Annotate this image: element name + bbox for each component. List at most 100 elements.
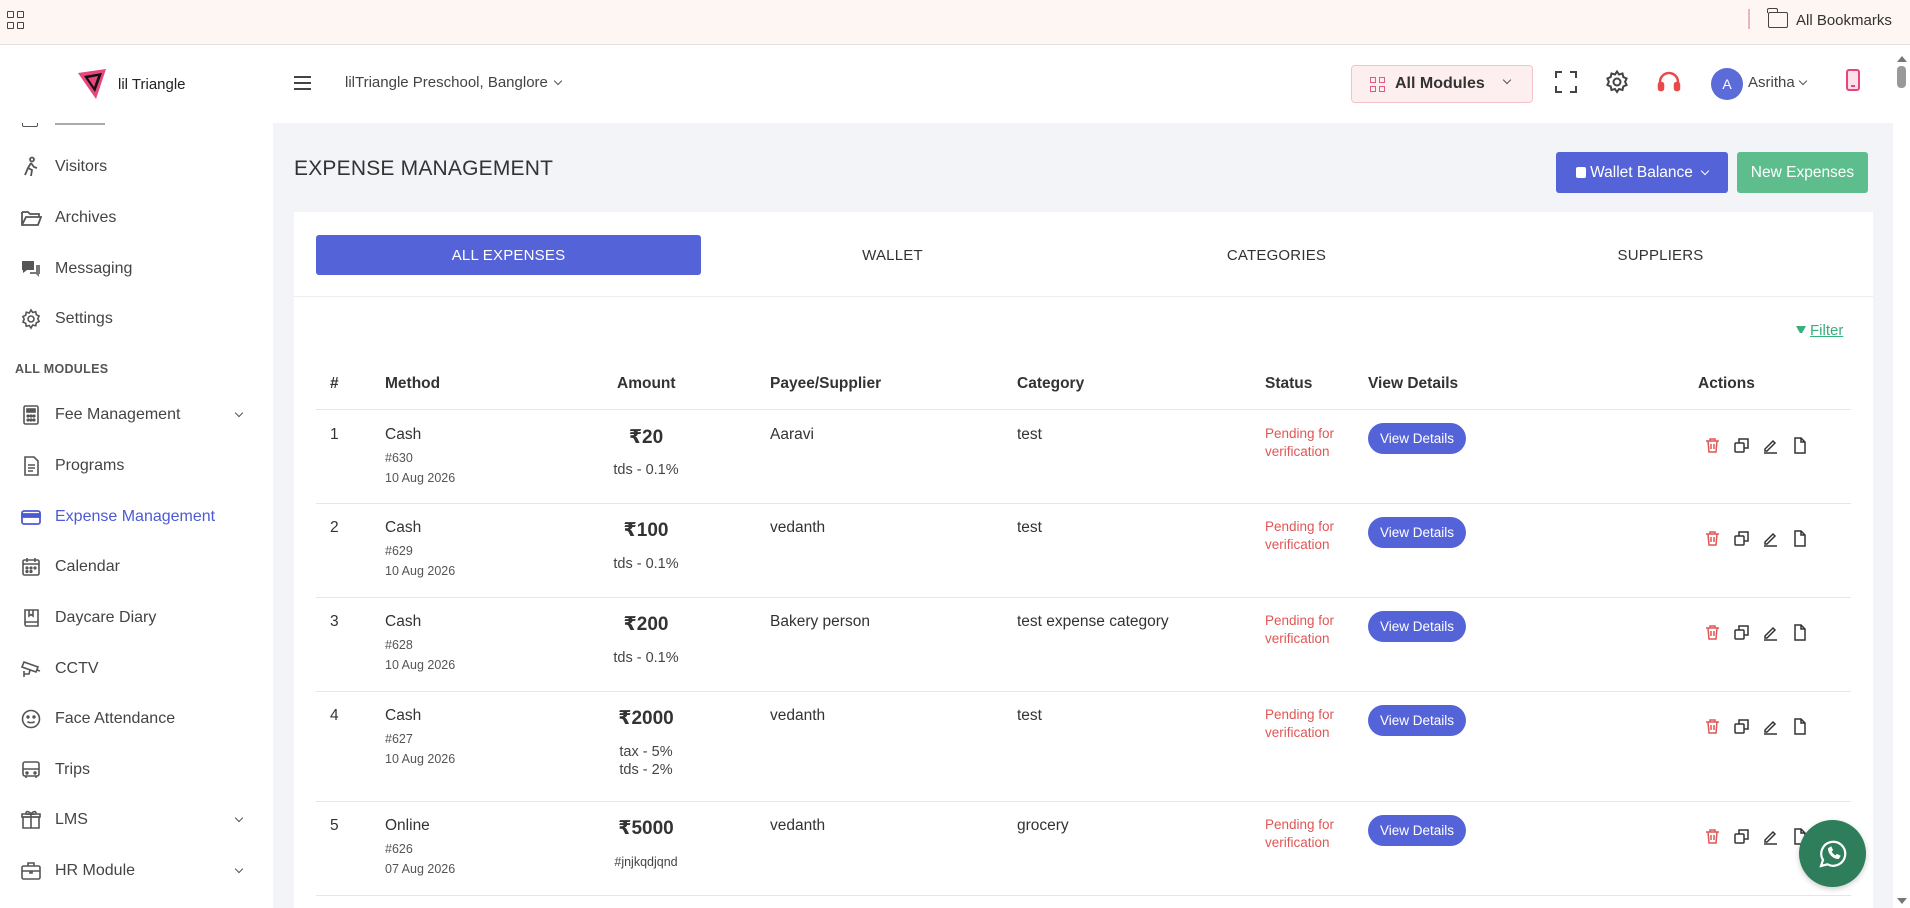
scroll-down-arrow-icon[interactable] — [1897, 898, 1907, 904]
edit-pencil-icon[interactable] — [1762, 718, 1779, 735]
school-selector[interactable]: lilTriangle Preschool, Banglore — [345, 74, 563, 91]
status-badge: Pending for verification — [1265, 425, 1334, 461]
status-badge: Pending for verification — [1265, 706, 1334, 742]
document-icon[interactable] — [1791, 718, 1808, 735]
bookmarks-bar: All Bookmarks — [0, 0, 1910, 45]
row-category: test expense category — [1017, 613, 1169, 630]
view-details-button[interactable]: View Details — [1368, 517, 1466, 548]
new-expenses-button[interactable]: New Expenses — [1737, 152, 1868, 193]
scroll-thumb[interactable] — [1897, 66, 1906, 88]
sidebar-item-settings[interactable]: Settings — [0, 300, 273, 338]
sidebar-item-label: Visitors — [55, 158, 108, 175]
edit-pencil-icon[interactable] — [1762, 530, 1779, 547]
status-line: verification — [1265, 444, 1330, 459]
sidebar-item-label: Programs — [55, 457, 125, 474]
view-details-button[interactable]: View Details — [1368, 423, 1466, 454]
all-bookmarks-button[interactable]: All Bookmarks — [1767, 8, 1892, 31]
tab-wallet[interactable]: WALLET — [700, 235, 1085, 275]
sidebar-item-daycare-diary[interactable]: Daycare Diary — [0, 599, 273, 637]
sidebar-item-hr-module[interactable]: HR Module — [0, 852, 273, 890]
row-amount: ₹20 — [628, 427, 664, 448]
trash-icon[interactable] — [1704, 718, 1721, 735]
trash-icon[interactable] — [1704, 828, 1721, 845]
document-icon[interactable] — [1791, 624, 1808, 641]
edit-pencil-icon[interactable] — [1762, 624, 1779, 641]
chevron-down-icon[interactable] — [234, 813, 244, 823]
folder-icon — [1767, 8, 1788, 28]
triangle-logo-icon — [78, 69, 106, 99]
row-reference: #630 — [385, 451, 413, 465]
chevron-down-icon[interactable] — [234, 864, 244, 874]
page-scrollbar[interactable] — [1893, 45, 1910, 908]
copy-icon[interactable] — [1733, 437, 1750, 454]
headset-support-icon[interactable] — [1656, 69, 1682, 95]
view-details-button[interactable]: View Details — [1368, 611, 1466, 642]
row-date: 10 Aug 2026 — [385, 471, 456, 485]
user-menu[interactable]: Asritha — [1748, 74, 1807, 91]
row-category: grocery — [1017, 817, 1069, 834]
filter-link[interactable]: Filter — [1796, 322, 1843, 339]
row-divider — [316, 691, 1851, 692]
tab-categories[interactable]: CATEGORIES — [1084, 235, 1469, 275]
sidebar-item-programs[interactable]: Programs — [0, 447, 273, 485]
sidebar-item-label: CCTV — [55, 660, 99, 677]
sidebar-item-visitors[interactable]: Visitors — [0, 148, 273, 186]
view-details-button[interactable]: View Details — [1368, 815, 1466, 846]
whatsapp-chat-button[interactable] — [1799, 820, 1866, 887]
sidebar-item-expense-management[interactable]: Expense Management — [0, 498, 273, 536]
sidebar-item-trips[interactable]: Trips — [0, 751, 273, 789]
sidebar-item-messaging[interactable]: Messaging — [0, 250, 273, 288]
sidebar-item-label: Archives — [55, 209, 117, 226]
sidebar-item-lms[interactable]: LMS — [0, 801, 273, 839]
trash-icon[interactable] — [1704, 530, 1721, 547]
row-number: 3 — [330, 613, 339, 630]
copy-icon[interactable] — [1733, 530, 1750, 547]
sidebar-item-cctv[interactable]: CCTV — [0, 650, 273, 688]
row-actions — [1704, 624, 1808, 641]
tab-all-expenses[interactable]: ALL EXPENSES — [316, 235, 701, 275]
copy-icon[interactable] — [1733, 624, 1750, 641]
sidebar-item-face-attendance[interactable]: Face Attendance — [0, 700, 273, 738]
row-number: 4 — [330, 707, 339, 724]
chevron-down-icon — [1502, 75, 1512, 85]
edit-pencil-icon[interactable] — [1762, 437, 1779, 454]
row-payee: vedanth — [770, 817, 826, 834]
sidebar-item-label: Daycare Diary — [55, 609, 157, 626]
status-line: Pending for — [1265, 519, 1335, 534]
sidebar-item-fee-management[interactable]: Fee Management — [0, 396, 273, 434]
document-icon[interactable] — [1791, 530, 1808, 547]
book-icon — [24, 609, 39, 627]
row-divider — [316, 895, 1851, 896]
mobile-app-icon[interactable] — [1846, 69, 1860, 91]
document-icon[interactable] — [1791, 437, 1808, 454]
row-divider — [316, 503, 1851, 504]
view-details-button[interactable]: View Details — [1368, 705, 1466, 736]
menu-toggle-icon[interactable] — [294, 76, 311, 90]
fullscreen-icon[interactable] — [1553, 69, 1579, 95]
sidebar-item-label: Settings — [55, 310, 113, 327]
copy-icon[interactable] — [1733, 828, 1750, 845]
chevron-down-icon[interactable] — [234, 408, 244, 418]
all-modules-button[interactable]: All Modules — [1351, 65, 1533, 103]
edit-pencil-icon[interactable] — [1762, 828, 1779, 845]
copy-icon[interactable] — [1733, 718, 1750, 735]
status-badge: Pending for verification — [1265, 612, 1334, 648]
row-payee: vedanth — [770, 707, 826, 724]
row-category: test — [1017, 707, 1042, 724]
trash-icon[interactable] — [1704, 624, 1721, 641]
column-header-number: # — [330, 375, 339, 392]
sidebar-item-calendar[interactable]: Calendar — [0, 548, 273, 586]
gear-icon[interactable] — [1604, 69, 1630, 95]
wallet-balance-button[interactable]: Wallet Balance — [1556, 152, 1728, 193]
row-reference: #628 — [385, 638, 413, 652]
avatar[interactable]: A — [1711, 68, 1743, 100]
trash-icon[interactable] — [1704, 437, 1721, 454]
apps-grid-icon[interactable] — [7, 11, 25, 29]
tab-suppliers[interactable]: SUPPLIERS — [1468, 235, 1853, 275]
chevron-down-icon — [553, 76, 563, 85]
header-divider — [316, 409, 1851, 410]
scroll-up-arrow-icon[interactable] — [1897, 56, 1907, 62]
sidebar-item-archives[interactable]: Archives — [0, 199, 273, 237]
expenses-card: ALL EXPENSES WALLET CATEGORIES SUPPLIERS… — [294, 212, 1873, 908]
logo[interactable]: lil Triangle — [76, 67, 186, 101]
